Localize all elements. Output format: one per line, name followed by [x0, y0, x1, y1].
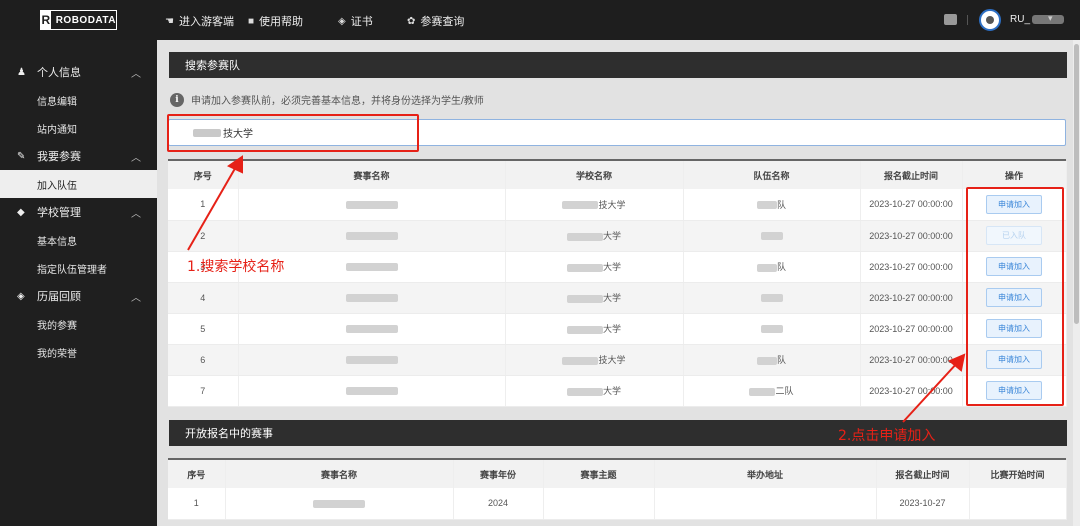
scrollbar-thumb[interactable]: [1074, 44, 1079, 324]
arrow-head-step1: [226, 155, 243, 174]
arrow-line-step1: [187, 164, 238, 251]
annotation-step1: 1.搜索学校名称: [187, 259, 285, 275]
annotation-step2: 2.点击申请加入: [838, 428, 936, 444]
annotation-arrows: [187, 155, 966, 423]
arrow-line-step2: [902, 361, 959, 423]
